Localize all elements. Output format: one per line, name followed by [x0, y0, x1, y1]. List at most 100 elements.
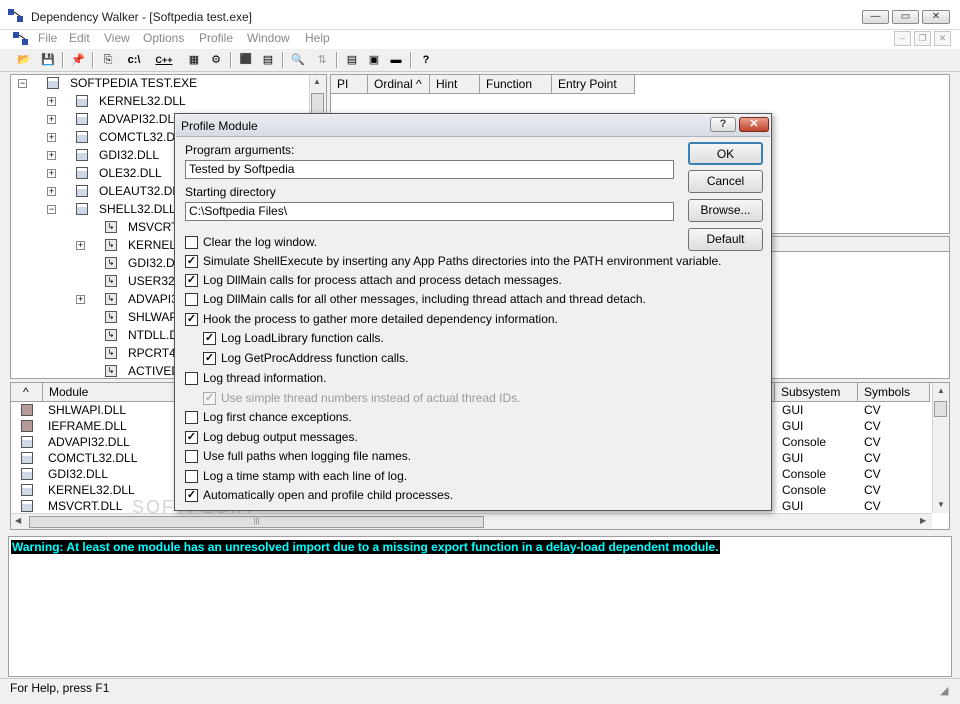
log-loadlibrary-checkbox[interactable]: ✓ [203, 332, 216, 345]
tree-scroll-thumb[interactable] [311, 93, 324, 115]
tile-vertical-icon[interactable]: ▬ [386, 51, 406, 69]
scroll-left-icon[interactable]: ◀ [15, 516, 21, 525]
profile-child-processes-checkbox[interactable]: ✓ [185, 489, 198, 502]
scroll-down-icon[interactable]: ▼ [937, 500, 945, 509]
timestamp-checkbox[interactable] [185, 470, 198, 483]
simulate-shellexecute-checkbox[interactable]: ✓ [185, 255, 198, 268]
menu-file[interactable]: File [38, 31, 57, 45]
col-header-hint[interactable]: Hint [430, 75, 480, 94]
tree-item[interactable]: SHLWAPI [128, 308, 181, 326]
expand-icon[interactable]: + [47, 115, 56, 124]
menu-options[interactable]: Options [143, 31, 184, 45]
mdi-minimize-button[interactable]: ‒ [894, 31, 911, 46]
collapse-icon[interactable]: − [47, 205, 56, 214]
log-thread-info-checkbox[interactable] [185, 372, 198, 385]
tree-item[interactable]: MSVCRT [128, 218, 178, 236]
maximize-button[interactable]: ▭ [892, 10, 919, 24]
col-header-image[interactable]: ^ [11, 383, 43, 402]
tree-item[interactable]: GDI32.DLL [99, 146, 159, 164]
col-header-symbols[interactable]: Symbols [858, 383, 930, 402]
default-button[interactable]: Default [688, 228, 763, 251]
program-arguments-input[interactable]: Tested by Softpedia [185, 160, 674, 179]
resize-grip-icon[interactable]: ◢ [940, 684, 948, 697]
scroll-up-icon[interactable]: ▲ [313, 77, 321, 86]
expand-icon[interactable]: + [76, 295, 85, 304]
tree-root-item[interactable]: SOFTPEDIA TEST.EXE [70, 74, 197, 92]
starting-directory-input[interactable]: C:\Softpedia Files\ [185, 202, 674, 221]
scroll-up-icon[interactable]: ▲ [937, 386, 945, 395]
module-name[interactable]: MSVCRT.DLL [48, 498, 122, 514]
minimize-button[interactable]: — [862, 10, 889, 24]
close-button[interactable]: ✕ [922, 10, 950, 24]
context-help-icon[interactable]: ? [416, 51, 436, 69]
module-name[interactable]: COMCTL32.DLL [48, 450, 137, 466]
mdi-restore-button[interactable]: ❐ [914, 31, 931, 46]
log-pane[interactable]: Warning: At least one module has an unre… [8, 536, 952, 677]
undecorate-cpp-icon[interactable]: C++ [154, 51, 174, 69]
menu-profile[interactable]: Profile [199, 31, 233, 45]
log-dllmain-other-checkbox[interactable] [185, 293, 198, 306]
expand-icon[interactable]: + [47, 151, 56, 160]
log-dllmain-other-label: Log DllMain calls for all other messages… [203, 292, 646, 306]
cascade-icon[interactable]: ▤ [342, 51, 362, 69]
tree-item[interactable]: OLE32.DLL [99, 164, 162, 182]
expand-icon[interactable]: + [47, 133, 56, 142]
module-name[interactable]: ADVAPI32.DLL [48, 434, 130, 450]
collapse-icon[interactable]: − [18, 79, 27, 88]
open-icon[interactable]: 📂 [14, 51, 34, 69]
col-header-ordinal[interactable]: Ordinal ^ [368, 75, 430, 94]
dialog-close-button[interactable]: ✕ [739, 117, 769, 132]
full-paths-checkbox[interactable] [185, 450, 198, 463]
col-header-function[interactable]: Function [480, 75, 552, 94]
system-info-icon[interactable]: ⬛ [236, 51, 256, 69]
log-getprocaddress-checkbox[interactable]: ✓ [203, 352, 216, 365]
ok-button[interactable]: OK [688, 142, 763, 165]
col-header-pi[interactable]: PI [331, 75, 368, 94]
find-icon[interactable]: 🔍 [288, 51, 308, 69]
tree-item[interactable]: ACTIVED [128, 362, 180, 380]
sort-icon[interactable]: ⇅ [312, 51, 332, 69]
tree-item[interactable]: ADVAPI3 [128, 290, 178, 308]
mdi-close-button[interactable]: ✕ [934, 31, 951, 46]
tree-item[interactable]: OLEAUT32.DLL [99, 182, 186, 200]
expand-icon[interactable]: + [76, 241, 85, 250]
expand-icon[interactable]: + [47, 97, 56, 106]
log-debug-output-checkbox[interactable]: ✓ [185, 431, 198, 444]
module-name[interactable]: KERNEL32.DLL [48, 482, 135, 498]
clear-log-checkbox[interactable] [185, 236, 198, 249]
col-header-entry-point[interactable]: Entry Point [552, 75, 635, 94]
tree-item[interactable]: RPCRT4. [128, 344, 179, 362]
menu-window[interactable]: Window [247, 31, 290, 45]
expand-icon[interactable]: + [47, 187, 56, 196]
dialog-help-button[interactable]: ? [710, 117, 736, 132]
hook-process-checkbox[interactable]: ✓ [185, 313, 198, 326]
log-dllmain-attach-checkbox[interactable]: ✓ [185, 274, 198, 287]
col-header-subsystem[interactable]: Subsystem [775, 383, 858, 402]
tree-item[interactable]: SHELL32.DLL [99, 200, 176, 218]
pin-icon[interactable]: 📌 [68, 51, 88, 69]
menu-help[interactable]: Help [305, 31, 330, 45]
module-name[interactable]: GDI32.DLL [48, 466, 108, 482]
module-name[interactable]: IEFRAME.DLL [48, 418, 127, 434]
tree-item[interactable]: ADVAPI32.DLL [99, 110, 181, 128]
menu-view[interactable]: View [104, 31, 130, 45]
full-paths-icon[interactable]: c:\ [124, 51, 144, 69]
menu-edit[interactable]: Edit [69, 31, 90, 45]
hscroll-thumb[interactable]: ||| [29, 516, 484, 528]
vscroll-thumb[interactable] [934, 401, 947, 417]
configure-icon[interactable]: ⚙ [206, 51, 226, 69]
save-icon[interactable]: 💾 [38, 51, 58, 69]
tile-horizontal-icon[interactable]: ▣ [364, 51, 384, 69]
expand-icon[interactable]: + [47, 169, 56, 178]
module-name[interactable]: SHLWAPI.DLL [48, 402, 126, 418]
tree-item[interactable]: KERNEL32.DLL [99, 92, 186, 110]
view-modules-icon[interactable]: ▦ [184, 51, 204, 69]
properties-icon[interactable]: ▤ [258, 51, 278, 69]
module-symbols: CV [864, 403, 881, 417]
module-list-vscroll[interactable]: ▲ ▼ [932, 383, 949, 513]
browse-button[interactable]: Browse... [688, 199, 763, 222]
copy-icon[interactable]: ⎘ [98, 51, 118, 69]
log-first-chance-checkbox[interactable] [185, 411, 198, 424]
scroll-right-icon[interactable]: ▶ [920, 516, 926, 525]
cancel-button[interactable]: Cancel [688, 170, 763, 193]
